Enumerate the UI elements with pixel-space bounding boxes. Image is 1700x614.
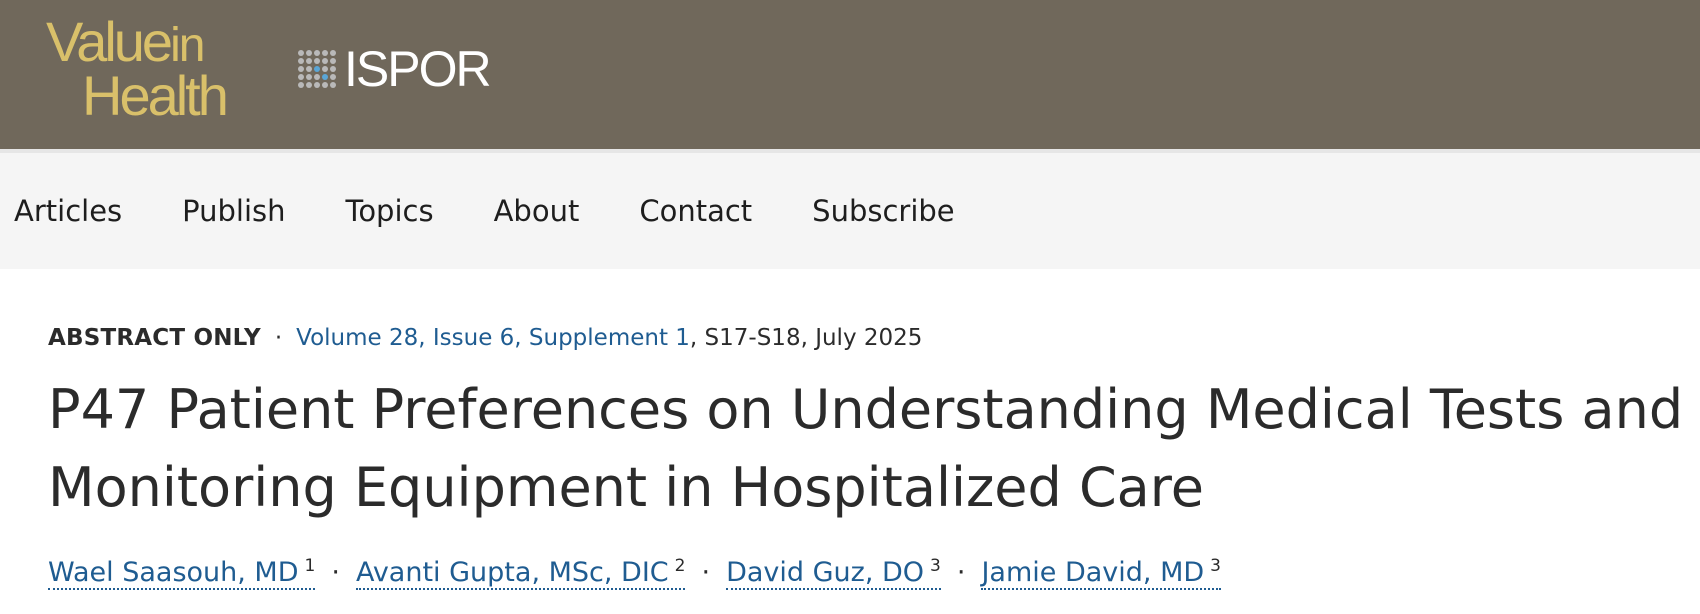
dot-grid-icon — [298, 50, 336, 88]
author-affiliation: 3 — [930, 556, 941, 576]
author-link[interactable]: Avanti Gupta, MSc, DIC 2 — [355, 556, 686, 590]
nav-item-topics[interactable]: Topics — [346, 194, 434, 228]
article-header: ABSTRACT ONLY · Volume 28, Issue 6, Supple… — [0, 323, 1700, 590]
logo-line-2: Health — [82, 64, 229, 127]
issue-link[interactable]: Volume 28, Issue 6, Supplement 1 — [296, 325, 690, 351]
nav-item-subscribe[interactable]: Subscribe — [812, 194, 954, 228]
author-name: Wael Saasouh, MD — [48, 557, 299, 588]
nav-item-articles[interactable]: Articles — [14, 194, 122, 228]
ispor-logo-text: ISPOR — [344, 41, 492, 97]
article-title: P47 Patient Preferences on Understanding… — [48, 378, 1684, 519]
article-meta: ABSTRACT ONLY · Volume 28, Issue 6, Supple… — [48, 323, 1700, 353]
ispor-logo[interactable]: ISPOR — [296, 41, 492, 97]
value-in-health-logo[interactable]: Valuein Health — [46, 12, 256, 126]
author-link[interactable]: Jamie David, MD 3 — [981, 556, 1221, 590]
author-list: Wael Saasouh, MD 1 · Avanti Gupta, MSc, DIC… — [48, 549, 1700, 590]
nav-item-about[interactable]: About — [494, 194, 580, 228]
author-name: Avanti Gupta, MSc, DIC — [355, 557, 669, 588]
author-name: David Guz, DO — [726, 557, 925, 588]
main-nav: Articles Publish Topics About Contact Su… — [0, 153, 1700, 269]
author-link[interactable]: David Guz, DO 3 — [726, 556, 941, 590]
author-affiliation: 2 — [674, 556, 686, 576]
site-header: Valuein Health ISPOR — [0, 0, 1700, 149]
article-type-badge: ABSTRACT ONLY — [48, 325, 261, 351]
nav-item-publish[interactable]: Publish — [182, 194, 285, 228]
author-separator: · — [331, 557, 340, 588]
author-name: Jamie David, MD — [981, 557, 1205, 588]
author-affiliation: 3 — [1210, 556, 1221, 576]
nav-item-contact[interactable]: Contact — [639, 194, 752, 228]
author-affiliation: 1 — [304, 556, 316, 576]
pages-date: , S17-S18, July 2025 — [689, 325, 923, 351]
author-separator: · — [956, 557, 966, 588]
meta-separator: · — [274, 325, 283, 351]
author-separator: · — [701, 557, 711, 588]
author-link[interactable]: Wael Saasouh, MD 1 — [48, 556, 316, 590]
